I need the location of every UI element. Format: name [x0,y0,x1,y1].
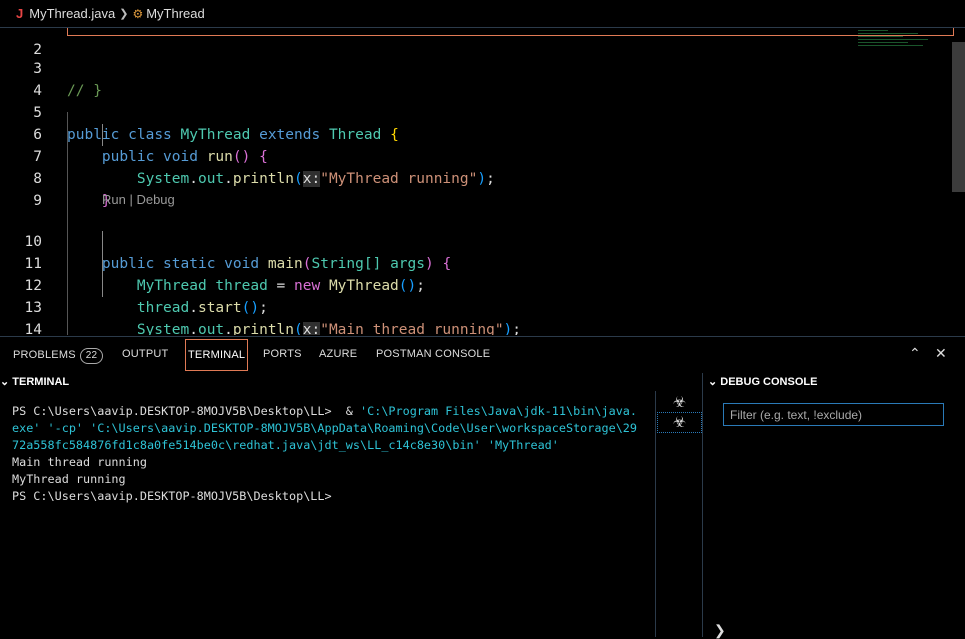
debug-console-header[interactable]: ⌄ DEBUG CONSOLE [708,375,817,388]
problems-count-badge: 22 [79,348,104,364]
code-line: 8 } [0,146,950,209]
code-line: 5 public class MyThread extends Thread { [0,80,950,143]
code-line: 4 [0,58,950,99]
terminal-output[interactable]: PS C:\Users\aavip.DESKTOP-8MOJV5B\Deskto… [12,403,642,505]
tab-ports[interactable]: PORTS [263,348,302,360]
breadcrumb: J MyThread.java ❯ ⚙ MyThread [0,0,965,28]
terminal-list: ☣ ☣ [657,393,702,433]
editor-scrollbar[interactable] [952,42,965,192]
close-icon[interactable]: ✕ [935,345,947,362]
chevron-right-icon: ❯ [119,8,129,20]
code-line: 10 public static void main(String[] args… [0,209,950,272]
bottom-panel: PROBLEMS 22 OUTPUT TERMINAL PORTS AZURE P… [0,336,965,639]
tab-problems[interactable]: PROBLEMS 22 [13,348,104,364]
chevron-right-icon[interactable]: ❯ [714,622,726,639]
panel-tabs: PROBLEMS 22 OUTPUT TERMINAL PORTS AZURE P… [0,337,965,373]
chevron-down-icon: ⌄ [0,376,10,388]
tab-azure[interactable]: AZURE [319,348,357,360]
code-line: 14 } [0,297,950,335]
code-line: 9 [0,168,950,209]
terminal-section-header[interactable]: ⌄ TERMINAL [0,375,69,388]
debug-icon[interactable]: ☣ [657,393,702,412]
code-line: 7 System.out.println(x:"MyThread running… [0,124,950,187]
debug-filter-input[interactable] [723,403,944,426]
code-editor[interactable]: 2 3 // } 4 5 public class MyThread exten… [0,28,965,335]
breadcrumb-file[interactable]: MyThread.java [29,6,115,21]
tab-output[interactable]: OUTPUT [122,348,168,360]
tab-terminal[interactable]: TERMINAL [185,339,249,371]
code-line: 15 } [0,319,950,335]
panel-split-divider[interactable] [702,373,703,637]
code-line: 12 thread.start(); [0,253,950,316]
chevron-up-icon[interactable]: ⌃ [909,345,921,362]
debug-icon[interactable]: ☣ [657,412,702,433]
code-line: 3 // } [0,36,950,99]
code-line: 13 System.out.println(x:"Main thread run… [0,275,950,335]
java-file-icon: J [16,6,24,21]
tab-postman-console[interactable]: POSTMAN CONSOLE [376,348,490,360]
run-debug-codelens[interactable]: Run | Debug [102,189,175,211]
chevron-down-icon: ⌄ [708,376,718,388]
code-line: 6 public void run() { [0,102,950,165]
terminal-split-divider[interactable] [655,391,656,637]
breadcrumb-symbol[interactable]: MyThread [146,6,205,21]
code-line: 11 MyThread thread = new MyThread(); [0,231,950,294]
class-icon: ⚙ [132,6,144,21]
